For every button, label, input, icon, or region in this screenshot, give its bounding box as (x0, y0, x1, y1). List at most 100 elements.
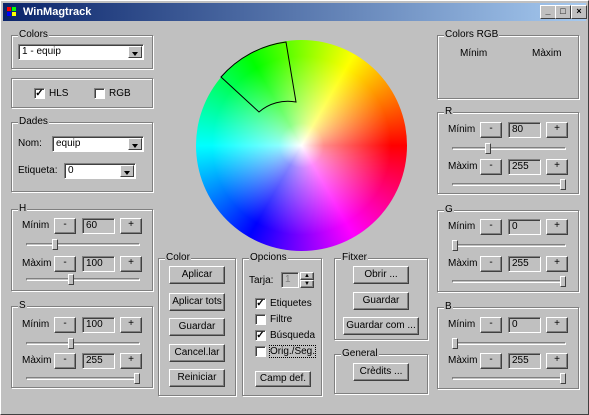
cancellar-button[interactable]: Cancel.lar (169, 344, 225, 362)
chevron-down-icon[interactable] (120, 165, 134, 177)
s-min-decrement-button[interactable]: - (54, 317, 76, 333)
h-min-increment-button[interactable]: + (120, 218, 142, 234)
r-max-decrement-button[interactable]: - (480, 159, 502, 175)
s-max-increment-button[interactable]: + (120, 353, 142, 369)
rgb-checkbox[interactable] (94, 88, 105, 99)
fitxer-group-label: Fitxer (341, 252, 368, 263)
window-title: WinMagtrack (23, 6, 92, 18)
h-max-increment-button[interactable]: + (120, 256, 142, 272)
b-min-increment-button[interactable]: + (546, 317, 568, 333)
colors-group: Colors 1 - equip (11, 29, 153, 69)
h-min-slider-thumb[interactable] (51, 239, 58, 250)
r-min-field[interactable]: 80 (508, 122, 541, 138)
b-max-field[interactable]: 255 (508, 353, 541, 369)
tarja-up-arrow-icon[interactable]: ▲ (300, 272, 314, 280)
r-max-slider-thumb[interactable] (560, 179, 566, 190)
title-bar[interactable]: WinMagtrack _ □ × (3, 3, 587, 21)
b-min-slider[interactable] (452, 342, 566, 345)
h-max-slider[interactable] (26, 278, 140, 281)
b-max-label: Màxim (448, 355, 478, 366)
h-max-decrement-button[interactable]: - (54, 256, 76, 272)
busqueda-label: Búsqueda (270, 330, 316, 341)
maximize-button[interactable]: □ (555, 5, 571, 19)
r-min-increment-button[interactable]: + (546, 122, 568, 138)
guardar-com-button[interactable]: Guardar com ... (343, 317, 419, 335)
s-max-slider-thumb[interactable] (134, 373, 140, 384)
etiqueta-select[interactable]: 0 (64, 163, 136, 179)
colors-select[interactable]: 1 - equip (18, 44, 144, 60)
orig-seg-label: Orig./Seg. (268, 345, 317, 358)
b-group: B Mínim - 0 + Màxim - 255 + (437, 301, 579, 389)
tarja-label: Tarja: (249, 275, 274, 286)
tarja-field[interactable]: 1 (281, 272, 299, 288)
color-group-label: Color (165, 252, 191, 263)
reiniciar-button[interactable]: Reiniciar (169, 369, 225, 387)
h-min-field[interactable]: 60 (82, 218, 115, 234)
minimize-button[interactable]: _ (540, 5, 556, 19)
g-min-field[interactable]: 0 (508, 219, 541, 235)
colors-rgb-group: Colors RGB Mínim Màxim (437, 29, 579, 99)
busqueda-checkbox[interactable]: ✓ (255, 330, 266, 341)
r-min-decrement-button[interactable]: - (480, 122, 502, 138)
b-max-decrement-button[interactable]: - (480, 353, 502, 369)
guardar-fitxer-button[interactable]: Guardar (353, 292, 409, 310)
s-max-decrement-button[interactable]: - (54, 353, 76, 369)
general-group: General Crèdits ... (334, 348, 428, 394)
orig-seg-checkbox[interactable] (255, 346, 266, 357)
opcions-group: Opcions Tarja: 1 ▲ ▼ ✓ Etiquetes Filtre … (242, 252, 322, 396)
hls-label: HLS (49, 88, 69, 99)
r-min-slider-thumb[interactable] (485, 143, 492, 154)
g-max-slider-thumb[interactable] (560, 276, 566, 287)
g-max-field[interactable]: 255 (508, 256, 541, 272)
close-button[interactable]: × (571, 5, 587, 19)
h-max-slider-thumb[interactable] (68, 274, 75, 285)
g-max-increment-button[interactable]: + (546, 256, 568, 272)
s-min-slider[interactable] (26, 342, 140, 345)
s-max-field[interactable]: 255 (82, 353, 115, 369)
r-max-slider[interactable] (452, 183, 566, 186)
obrir-button[interactable]: Obrir ... (353, 266, 409, 284)
nom-select[interactable]: equip (52, 136, 144, 152)
etiqueta-label: Etiqueta: (18, 165, 58, 176)
chevron-down-icon[interactable] (128, 46, 142, 58)
filtre-checkbox[interactable] (255, 314, 266, 325)
g-min-slider-thumb[interactable] (452, 240, 458, 251)
etiquetes-checkbox[interactable]: ✓ (255, 298, 266, 309)
g-group: G Mínim - 0 + Màxim - 255 + (437, 204, 579, 292)
aplicar-tots-button[interactable]: Aplicar tots (169, 293, 225, 311)
r-max-field[interactable]: 255 (508, 159, 541, 175)
b-max-increment-button[interactable]: + (546, 353, 568, 369)
b-max-slider-thumb[interactable] (560, 373, 566, 384)
g-min-decrement-button[interactable]: - (480, 219, 502, 235)
r-max-increment-button[interactable]: + (546, 159, 568, 175)
chevron-down-icon[interactable] (128, 138, 142, 150)
s-min-slider-thumb[interactable] (68, 338, 75, 349)
s-max-slider[interactable] (26, 377, 140, 380)
g-max-slider[interactable] (452, 280, 566, 283)
colors-rgb-group-label: Colors RGB (444, 29, 500, 40)
camp-def-button[interactable]: Camp def. (255, 371, 311, 387)
hls-checkbox[interactable]: ✓ (34, 88, 45, 99)
h-min-slider[interactable] (26, 243, 140, 246)
b-min-decrement-button[interactable]: - (480, 317, 502, 333)
s-min-increment-button[interactable]: + (120, 317, 142, 333)
b-group-label: B (444, 301, 453, 312)
s-min-field[interactable]: 100 (82, 317, 115, 333)
tarja-down-arrow-icon[interactable]: ▼ (300, 280, 314, 288)
g-min-increment-button[interactable]: + (546, 219, 568, 235)
g-max-label: Màxim (448, 258, 478, 269)
rgb-min-heading: Mínim (460, 48, 488, 59)
guardar-color-button[interactable]: Guardar (169, 318, 225, 336)
b-min-field[interactable]: 0 (508, 317, 541, 333)
colors-select-value: 1 - equip (22, 46, 61, 57)
selection-sector-outline (220, 41, 297, 113)
b-max-slider[interactable] (452, 377, 566, 380)
b-min-slider-thumb[interactable] (452, 338, 458, 349)
r-min-slider[interactable] (452, 147, 566, 150)
credits-button[interactable]: Crèdits ... (353, 363, 409, 381)
aplicar-button[interactable]: Aplicar (169, 266, 225, 284)
g-max-decrement-button[interactable]: - (480, 256, 502, 272)
h-max-field[interactable]: 100 (82, 256, 115, 272)
g-min-slider[interactable] (452, 244, 566, 247)
h-min-decrement-button[interactable]: - (54, 218, 76, 234)
